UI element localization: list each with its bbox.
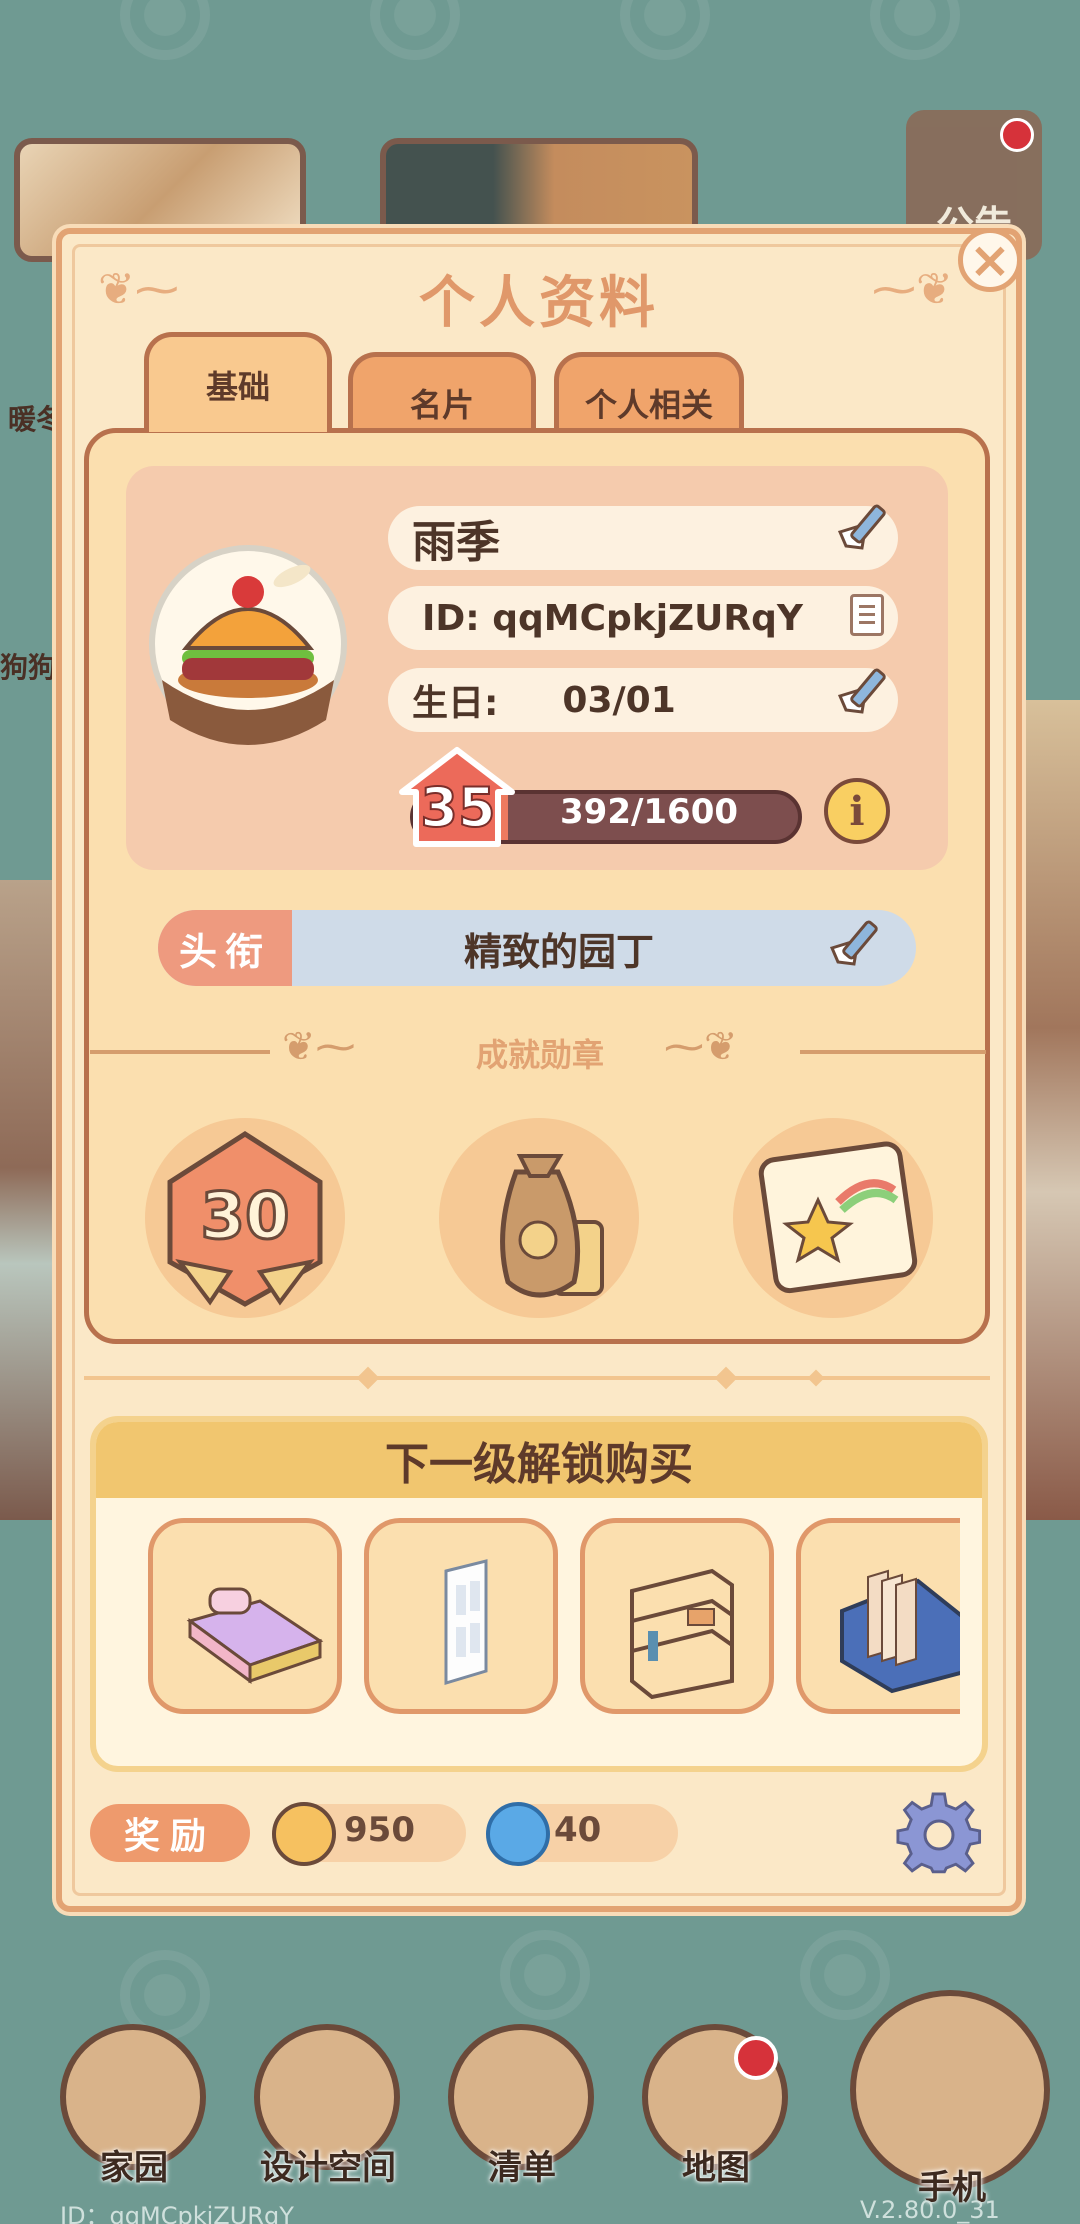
footer-user-id: ID：qqMCpkjZURqY — [60, 2202, 294, 2224]
edit-title-pencil-icon[interactable] — [828, 912, 892, 968]
blue-swirl-gem-icon — [486, 1802, 550, 1866]
unlock-heading: 下一级解锁购买 — [96, 1422, 982, 1498]
close-icon: × — [969, 231, 1011, 289]
title-value: 精致的园丁 — [463, 929, 654, 974]
background-sun-pattern — [800, 1930, 890, 2020]
title-tag: 头衔 — [158, 910, 292, 986]
background-sun-pattern — [500, 1930, 590, 2020]
nickname: 雨季 — [412, 517, 500, 568]
user-id: ID: qqMCpkjZURqY — [422, 597, 803, 639]
background-sun-pattern — [370, 0, 460, 60]
file-box-icon — [840, 1569, 960, 1694]
background-sun-pattern — [870, 0, 960, 60]
background-house-right — [1020, 700, 1080, 1520]
birthday-label: 生日: — [412, 683, 499, 724]
money-bag-medal-icon[interactable] — [424, 1112, 654, 1324]
user-id-field: ID: qqMCpkjZURqY — [388, 586, 898, 650]
bed-icon — [186, 1587, 324, 1684]
footer-version: V.2.80.0_31 — [860, 2196, 1000, 2224]
level-info-button[interactable]: i — [824, 778, 890, 844]
level-number: 35 — [419, 775, 496, 840]
notification-dot — [1000, 118, 1034, 152]
background-sun-pattern — [620, 0, 710, 60]
nav-list-label: 清单 — [488, 2148, 556, 2188]
unlock-item[interactable] — [580, 1518, 774, 1714]
edit-birthday-pencil-icon[interactable] — [836, 660, 900, 716]
unlock-item[interactable] — [148, 1518, 342, 1714]
title-field: 头衔 精致的园丁 — [158, 910, 916, 986]
tab-basic[interactable]: 基础 — [144, 332, 332, 432]
door-icon — [444, 1559, 488, 1686]
nav-design-label: 设计空间 — [260, 2148, 396, 2188]
close-button[interactable]: × — [958, 228, 1022, 292]
birthday-field: 生日: 03/01 — [388, 668, 898, 732]
nav-map-label: 地图 — [682, 2148, 750, 2188]
shooting-star-map-medal-icon[interactable] — [718, 1112, 948, 1324]
settings-gear-icon[interactable] — [896, 1792, 982, 1878]
birthday-value: 03/01 — [562, 679, 676, 721]
level-30-medal-icon[interactable]: 30 — [130, 1112, 360, 1324]
shelf-icon — [630, 1568, 734, 1700]
level-30-medal-text: 30 — [200, 1180, 289, 1254]
copy-id-icon[interactable] — [850, 594, 884, 636]
achievements-label: 成就勋章 — [475, 1036, 604, 1074]
background-sun-pattern — [120, 0, 210, 60]
edit-name-pencil-icon[interactable] — [836, 496, 900, 552]
unlock-item[interactable] — [364, 1518, 558, 1714]
swirl-ornament-icon: ⁓❦ — [872, 264, 953, 315]
swirl-ornament-icon: ❦⁓ — [98, 264, 179, 315]
coin-icon — [272, 1802, 336, 1866]
unlock-item[interactable] — [796, 1518, 960, 1714]
reward-tag: 奖励 — [90, 1804, 250, 1862]
gem-reward-value: 40 — [554, 1810, 602, 1850]
info-icon: i — [849, 787, 865, 835]
section-divider — [84, 1376, 990, 1380]
avatar[interactable] — [142, 530, 354, 758]
nav-home-label: 家园 — [100, 2148, 168, 2188]
coin-reward-value: 950 — [344, 1810, 415, 1850]
experience-text: 392/1600 — [560, 792, 739, 832]
nickname-field: 雨季 — [388, 506, 898, 570]
side-event-label[interactable]: 狗狗 — [0, 646, 56, 686]
map-notification-dot — [734, 2036, 778, 2080]
